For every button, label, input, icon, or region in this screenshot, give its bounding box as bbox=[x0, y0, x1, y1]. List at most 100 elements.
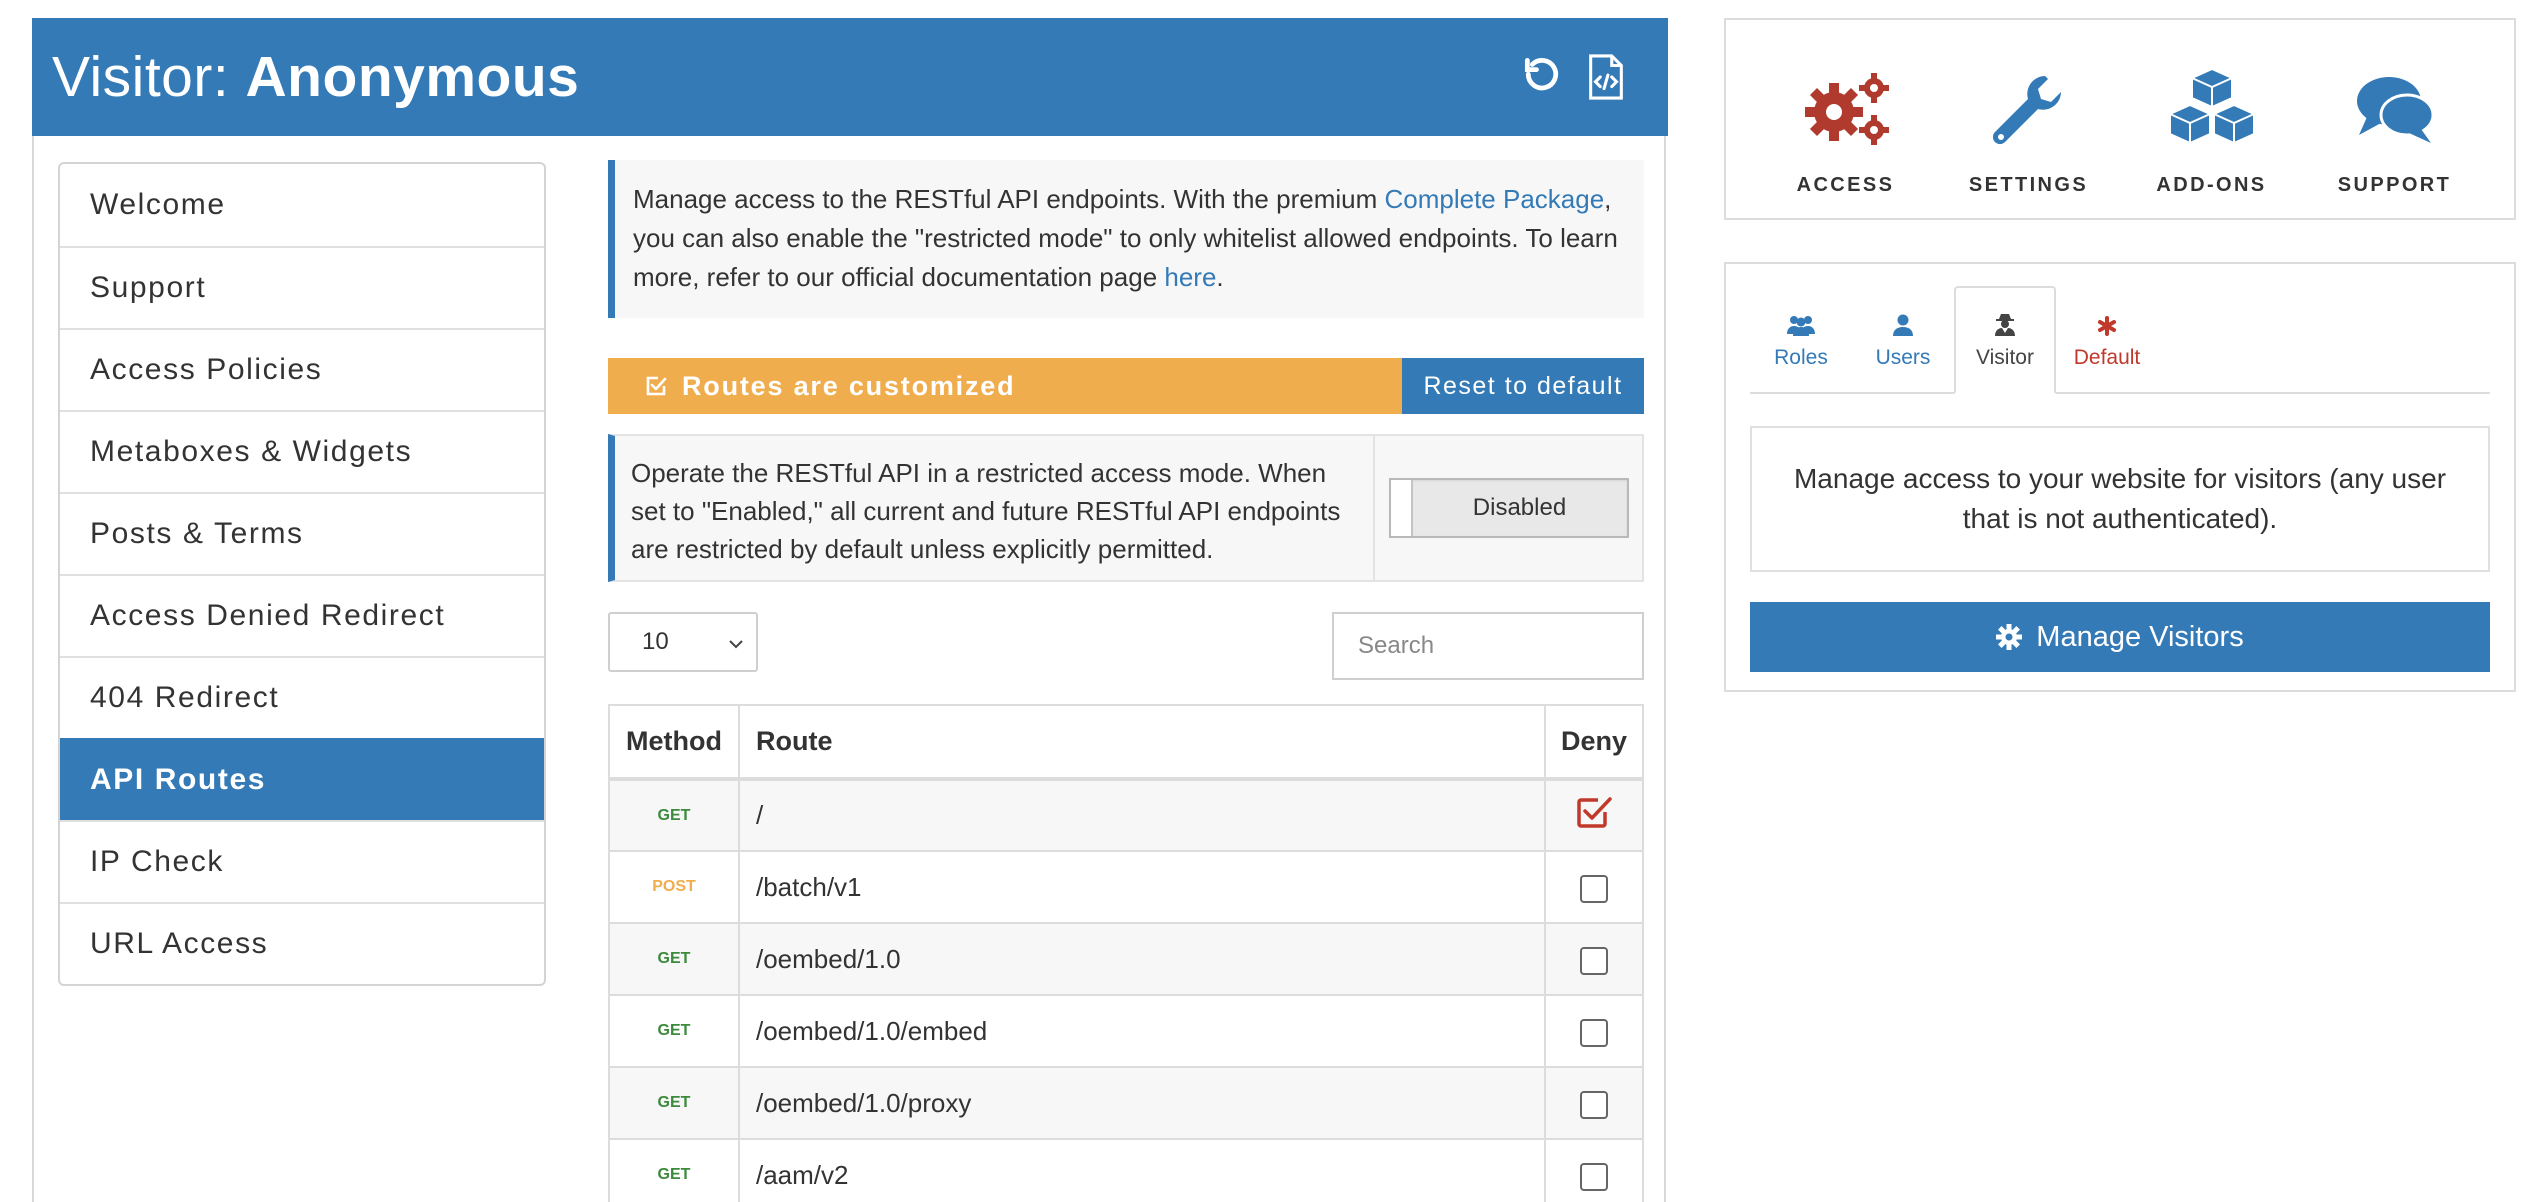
deny-checkbox[interactable] bbox=[1580, 874, 1608, 903]
title-subject-name: Anonymous bbox=[245, 45, 580, 109]
sidebar-item-metaboxes-widgets[interactable]: Metaboxes & Widgets bbox=[60, 410, 544, 492]
route-path: / bbox=[738, 778, 1546, 852]
method-badge: POST bbox=[652, 878, 696, 895]
chat-bubbles-icon bbox=[2356, 77, 2434, 143]
method-badge: GET bbox=[657, 1094, 691, 1111]
customization-status-bar: Routes are customized Reset to default bbox=[608, 358, 1644, 414]
toggle-label: Disabled bbox=[1472, 494, 1567, 521]
deny-checkbox[interactable] bbox=[1580, 1162, 1608, 1191]
sidebar-item-label: Access Policies bbox=[90, 353, 323, 386]
page-size-select[interactable]: 10 bbox=[608, 612, 758, 672]
toggle-knob bbox=[1390, 480, 1413, 536]
user-icon bbox=[1893, 314, 1913, 336]
tab-default[interactable]: Default bbox=[2056, 286, 2158, 392]
chevron-down-icon bbox=[729, 640, 743, 649]
tab-label: Users bbox=[1875, 346, 1931, 369]
table-header-row: Method Route Deny bbox=[608, 704, 1644, 781]
deny-checkbox[interactable] bbox=[1580, 946, 1608, 975]
method-badge: GET bbox=[657, 950, 691, 967]
nav-label: ACCESS bbox=[1796, 174, 1895, 196]
tab-label: Visitor bbox=[1976, 346, 2034, 369]
reset-settings-icon[interactable] bbox=[1520, 54, 1564, 100]
sidebar-item-ip-check[interactable]: IP Check bbox=[60, 820, 544, 902]
deny-checkbox[interactable] bbox=[1580, 1090, 1608, 1119]
sidebar-item-label: URL Access bbox=[90, 927, 269, 960]
tab-label: Roles bbox=[1774, 346, 1828, 369]
method-badge: GET bbox=[657, 806, 691, 824]
table-row: POST /batch/v1 bbox=[608, 850, 1644, 924]
check-square-icon bbox=[646, 376, 667, 396]
restricted-mode-box: Operate the RESTful API in a restricted … bbox=[608, 434, 1644, 582]
title-prefix: Visitor: bbox=[52, 45, 230, 109]
checked-square-icon bbox=[1577, 797, 1612, 828]
users-group-icon bbox=[1787, 316, 1815, 336]
manage-visitors-button[interactable]: Manage Visitors bbox=[1750, 602, 2490, 672]
nav-label: ADD-ONS bbox=[2156, 174, 2267, 196]
export-code-icon[interactable] bbox=[1586, 54, 1626, 100]
complete-package-link[interactable]: Complete Package bbox=[1384, 184, 1604, 214]
customized-status: Routes are customized bbox=[608, 358, 1402, 414]
sidebar-item-404-redirect[interactable]: 404 Redirect bbox=[60, 656, 544, 738]
sidebar-item-api-routes[interactable]: API Routes bbox=[60, 738, 544, 820]
routes-table: Method Route Deny GET / POST /batch/v1 G… bbox=[608, 704, 1644, 1202]
route-path: /oembed/1.0 bbox=[738, 922, 1546, 996]
sidebar-item-access-denied-redirect[interactable]: Access Denied Redirect bbox=[60, 574, 544, 656]
nav-addons[interactable]: ADD-ONS bbox=[2127, 20, 2297, 218]
status-label: Routes are customized bbox=[682, 370, 1016, 401]
tab-label: Default bbox=[2073, 346, 2141, 369]
sidebar-item-label: 404 Redirect bbox=[90, 681, 280, 714]
sidebar-item-support[interactable]: Support bbox=[60, 246, 544, 328]
top-navigation: ACCESS SETTINGS ADD-ONS SUPPORT bbox=[1724, 18, 2516, 220]
info-text: . bbox=[1216, 262, 1224, 292]
sidebar-item-posts-terms[interactable]: Posts & Terms bbox=[60, 492, 544, 574]
subject-tabs: Roles Users Visitor Default bbox=[1750, 284, 2490, 394]
method-badge: GET bbox=[657, 1166, 691, 1183]
cubes-icon bbox=[2168, 67, 2255, 145]
search-input[interactable]: Search bbox=[1332, 612, 1644, 680]
nav-access[interactable]: ACCESS bbox=[1761, 20, 1931, 218]
reset-to-default-button[interactable]: Reset to default bbox=[1402, 358, 1644, 414]
sidebar-item-access-policies[interactable]: Access Policies bbox=[60, 328, 544, 410]
info-notice: Manage access to the RESTful API endpoin… bbox=[608, 160, 1644, 318]
deny-checkbox-checked[interactable] bbox=[1575, 797, 1613, 835]
sidebar-item-label: API Routes bbox=[90, 763, 267, 796]
sidebar-item-label: Access Denied Redirect bbox=[90, 599, 446, 632]
sidebar-item-label: Posts & Terms bbox=[90, 517, 304, 550]
sidebar-menu: Welcome Support Access Policies Metaboxe… bbox=[58, 162, 546, 986]
documentation-link[interactable]: here bbox=[1164, 262, 1216, 292]
page-header: Visitor: Anonymous bbox=[32, 18, 1668, 136]
column-header-method[interactable]: Method bbox=[608, 704, 740, 781]
table-row: GET / bbox=[608, 778, 1644, 852]
tab-visitor[interactable]: Visitor bbox=[1954, 286, 2056, 394]
table-row: GET /oembed/1.0 bbox=[608, 922, 1644, 996]
asterisk-icon bbox=[2098, 316, 2116, 336]
nav-support[interactable]: SUPPORT bbox=[2310, 20, 2480, 218]
wrench-icon bbox=[1992, 76, 2061, 145]
subject-panel: Roles Users Visitor Default Manage acces… bbox=[1724, 262, 2516, 692]
sidebar-item-label: IP Check bbox=[90, 845, 224, 878]
restricted-mode-toggle[interactable]: Disabled bbox=[1388, 478, 1629, 538]
sidebar-item-url-access[interactable]: URL Access bbox=[60, 902, 544, 984]
sidebar-item-label: Metaboxes & Widgets bbox=[90, 435, 413, 468]
tab-roles[interactable]: Roles bbox=[1750, 286, 1852, 392]
route-path: /batch/v1 bbox=[738, 850, 1546, 924]
method-badge: GET bbox=[657, 1022, 691, 1039]
table-row: GET /aam/v2 bbox=[608, 1138, 1644, 1202]
restricted-mode-toggle-wrap: Disabled bbox=[1375, 436, 1642, 580]
gear-icon bbox=[1996, 624, 2023, 650]
nav-label: SETTINGS bbox=[1968, 174, 2089, 196]
restricted-mode-description: Operate the RESTful API in a restricted … bbox=[615, 436, 1375, 580]
page-size-value: 10 bbox=[642, 628, 669, 655]
column-header-route[interactable]: Route bbox=[738, 704, 1546, 781]
nav-settings[interactable]: SETTINGS bbox=[1944, 20, 2114, 218]
tab-users[interactable]: Users bbox=[1852, 286, 1954, 392]
deny-checkbox[interactable] bbox=[1580, 1018, 1608, 1047]
column-header-deny[interactable]: Deny bbox=[1544, 704, 1644, 781]
sidebar-item-welcome[interactable]: Welcome bbox=[60, 164, 544, 246]
route-path: /aam/v2 bbox=[738, 1138, 1546, 1202]
api-routes-content: Manage access to the RESTful API endpoin… bbox=[608, 160, 1644, 1202]
main-panel: Visitor: Anonymous Welcome Support Acces… bbox=[32, 18, 1668, 1202]
nav-label: SUPPORT bbox=[2337, 174, 2452, 196]
route-path: /oembed/1.0/embed bbox=[738, 994, 1546, 1068]
visitor-description: Manage access to your website for visito… bbox=[1750, 426, 2490, 572]
